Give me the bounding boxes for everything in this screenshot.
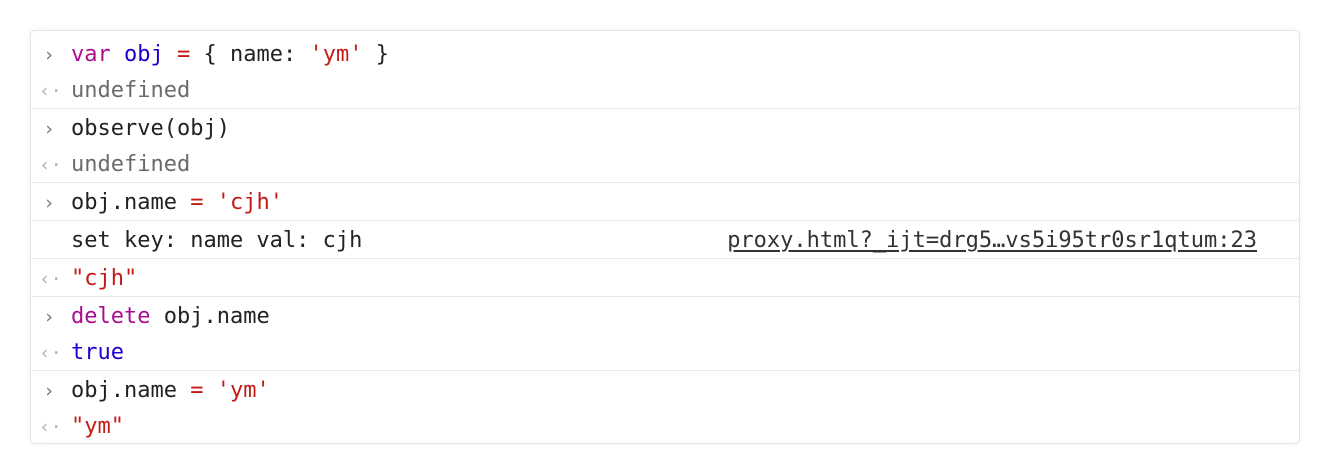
console-input-line[interactable]: › delete obj.name bbox=[31, 299, 1299, 335]
console-result-line: ‹· "ym" bbox=[31, 409, 1299, 443]
console-result-line: ‹· "cjh" bbox=[31, 261, 1299, 297]
entry-divider bbox=[31, 296, 1299, 297]
console-result-line: ‹· true bbox=[31, 335, 1299, 371]
plain-token: } bbox=[362, 42, 389, 67]
result-value: "ym" bbox=[71, 414, 124, 439]
console-result-line: ‹· undefined bbox=[31, 147, 1299, 183]
console-input-line[interactable]: › obj.name = 'cjh' bbox=[31, 185, 1299, 221]
string-token: 'cjh' bbox=[216, 190, 283, 215]
entry-divider bbox=[31, 220, 1299, 221]
return-arrow-icon: ‹· bbox=[39, 80, 62, 102]
entry-divider bbox=[31, 182, 1299, 183]
chevron-right-icon: › bbox=[43, 306, 55, 328]
devtools-console: › var obj = { name: 'ym' } ‹· undefined … bbox=[30, 30, 1300, 444]
return-arrow-icon: ‹· bbox=[39, 416, 62, 438]
result-value: "cjh" bbox=[71, 266, 138, 291]
input-code: obj.name = 'ym' bbox=[71, 373, 270, 409]
plain-token: { name: bbox=[203, 42, 310, 67]
string-token: 'ym' bbox=[216, 378, 270, 403]
keyword-token: var bbox=[71, 42, 111, 67]
operator-token: = bbox=[190, 190, 204, 215]
result-value: undefined bbox=[71, 78, 191, 103]
log-message: set key: name val: cjh bbox=[71, 228, 363, 253]
result-value: undefined bbox=[71, 152, 191, 177]
input-code: var obj = { name: 'ym' } bbox=[71, 37, 389, 73]
entry-divider bbox=[31, 258, 1299, 259]
console-input-line[interactable]: › obj.name = 'ym' bbox=[31, 373, 1299, 409]
console-input-line[interactable]: › var obj = { name: 'ym' } bbox=[31, 37, 1299, 73]
return-arrow-icon: ‹· bbox=[39, 342, 62, 364]
keyword-token: delete bbox=[71, 304, 151, 329]
chevron-right-icon: › bbox=[43, 380, 55, 402]
console-result-line: ‹· undefined bbox=[31, 73, 1299, 109]
string-token: 'ym' bbox=[309, 42, 363, 67]
chevron-right-icon: › bbox=[43, 118, 55, 140]
source-link[interactable]: proxy.html?_ijt=drg5…vs5i95tr0sr1qtum:23 bbox=[727, 223, 1257, 259]
input-code: observe(obj) bbox=[71, 116, 230, 141]
chevron-right-icon: › bbox=[43, 44, 55, 66]
plain-token: obj.name bbox=[71, 378, 177, 403]
variable-token: obj bbox=[124, 42, 164, 67]
input-code: delete obj.name bbox=[71, 299, 270, 335]
operator-token: = bbox=[190, 378, 204, 403]
chevron-right-icon: › bbox=[43, 192, 55, 214]
entry-divider bbox=[31, 370, 1299, 371]
plain-token: obj.name bbox=[163, 304, 270, 329]
entry-divider bbox=[31, 108, 1299, 109]
return-arrow-icon: ‹· bbox=[39, 268, 62, 290]
operator-token: = bbox=[177, 42, 191, 67]
console-log-line: set key: name val: cjh proxy.html?_ijt=d… bbox=[31, 223, 1299, 259]
console-input-line[interactable]: › observe(obj) bbox=[31, 111, 1299, 147]
result-value: true bbox=[71, 340, 124, 365]
input-code: obj.name = 'cjh' bbox=[71, 185, 283, 221]
return-arrow-icon: ‹· bbox=[39, 154, 62, 176]
plain-token: obj.name bbox=[71, 190, 177, 215]
